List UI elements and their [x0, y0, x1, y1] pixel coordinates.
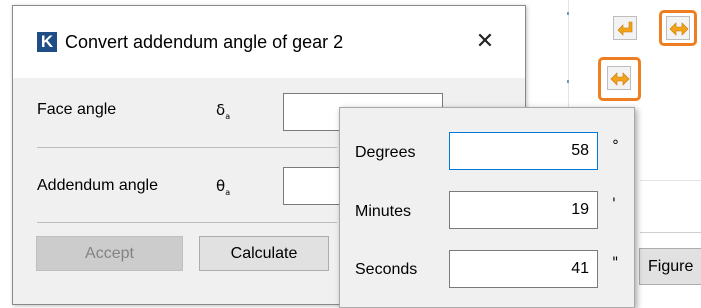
convert-button[interactable] — [607, 66, 631, 90]
addendum-angle-label: Addendum angle — [37, 177, 158, 194]
dialog-title: Convert addendum angle of gear 2 — [65, 32, 344, 52]
close-button[interactable]: ✕ — [465, 24, 505, 60]
divider — [37, 147, 337, 148]
degrees-input[interactable]: 58 — [449, 132, 598, 170]
background-tick — [567, 12, 569, 15]
dialog-titlebar: K Convert addendum angle of gear 2 ✕ — [13, 6, 525, 78]
background-divider — [640, 180, 701, 181]
close-icon: ✕ — [475, 29, 495, 54]
minutes-label: Minutes — [355, 203, 412, 220]
return-button[interactable] — [613, 16, 637, 40]
addendum-angle-input[interactable] — [283, 167, 343, 205]
addendum-angle-symbol: θa — [216, 177, 231, 197]
seconds-input[interactable]: 41 — [449, 250, 598, 288]
degrees-label: Degrees — [355, 144, 416, 161]
background-divider — [640, 232, 701, 233]
face-angle-label: Face angle — [37, 101, 117, 118]
angle-popup: Degrees 58 ° Minutes 19 ' Seconds 41 " — [339, 107, 635, 308]
app-logo-icon: K — [37, 32, 57, 52]
seconds-unit: " — [612, 255, 619, 271]
convert-button-top[interactable] — [666, 16, 690, 40]
divider — [37, 222, 337, 223]
face-angle-symbol: δa — [216, 101, 231, 121]
calculate-button[interactable]: Calculate — [199, 236, 329, 271]
accept-button[interactable]: Accept — [36, 236, 183, 271]
seconds-label: Seconds — [355, 261, 418, 278]
minutes-unit: ' — [612, 196, 616, 212]
degrees-unit: ° — [612, 138, 619, 154]
background-tick — [567, 80, 569, 83]
minutes-input[interactable]: 19 — [449, 191, 598, 229]
figure-button[interactable]: Figure — [639, 248, 701, 285]
